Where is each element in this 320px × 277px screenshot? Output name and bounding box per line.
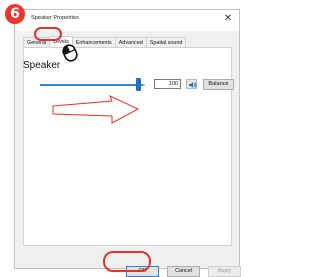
mute-toggle-button[interactable] — [186, 79, 197, 89]
tab-advanced[interactable]: Advanced — [114, 37, 147, 47]
ok-button[interactable]: OK — [126, 266, 159, 277]
tab-general[interactable]: General — [23, 37, 51, 47]
volume-slider-thumb[interactable] — [136, 78, 141, 91]
window-title: Speaker Properties — [31, 15, 79, 21]
volume-level-field[interactable]: 100 — [154, 79, 181, 89]
volume-slider-remaining — [143, 84, 145, 86]
tab-spatial-sound[interactable]: Spatial sound — [145, 37, 187, 47]
speaker-properties-dialog: Speaker Properties ✕ General Levels Enha… — [14, 9, 241, 277]
step-number-badge: 6 — [5, 4, 25, 24]
cancel-button[interactable]: Cancel — [167, 266, 200, 277]
tab-strip: General Levels Enhancements Advanced Spa… — [23, 36, 187, 47]
mouse-icon — [62, 44, 78, 62]
levels-panel — [23, 47, 232, 246]
volume-slider-track[interactable] — [40, 84, 143, 86]
close-button[interactable]: ✕ — [221, 12, 235, 26]
arrow-right-outline-icon — [52, 95, 140, 124]
title-bar: Speaker Properties ✕ — [15, 10, 239, 31]
speaker-icon — [189, 82, 197, 88]
device-label: Speaker — [23, 60, 61, 71]
apply-button[interactable]: Apply — [208, 266, 241, 277]
balance-button[interactable]: Balance — [203, 79, 234, 90]
